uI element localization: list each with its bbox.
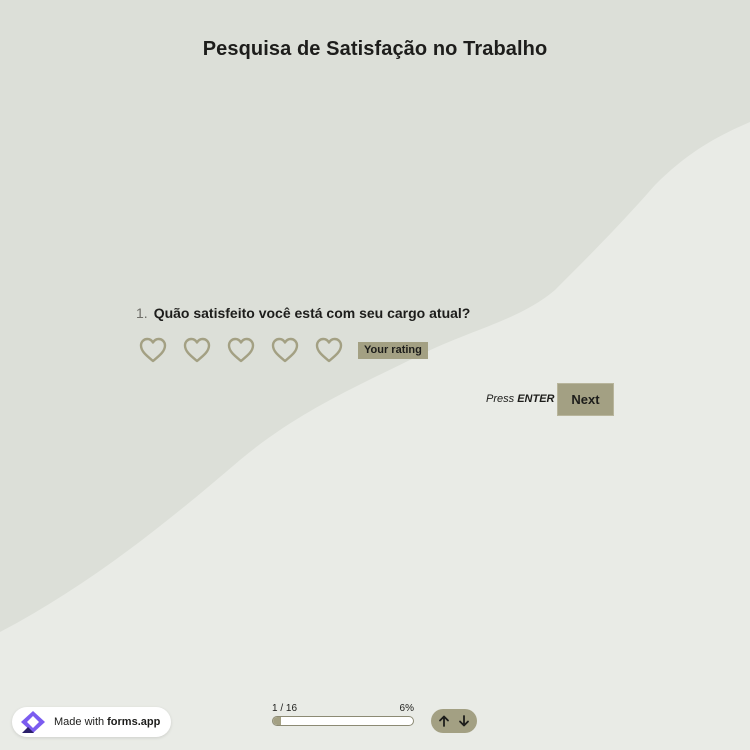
made-with-brand: forms.app [107,716,161,728]
background-shape [0,0,750,632]
rating-control: Your rating [138,336,428,364]
press-enter-prefix: Press [486,393,515,405]
progress-count: 1 / 16 [272,703,298,714]
heart-icon[interactable] [182,336,212,364]
next-button[interactable]: Next [557,383,614,416]
heart-icon[interactable] [314,336,344,364]
form-title: Pesquisa de Satisfação no Trabalho [202,38,548,60]
heart-icon[interactable] [270,336,300,364]
heart-icon[interactable] [226,336,256,364]
question-text: Quão satisfeito você está com seu cargo … [153,305,471,321]
arrow-up-icon[interactable] [436,713,452,729]
question-number: 1. [136,305,148,321]
forms-app-logo-icon [21,711,45,733]
made-with-badge[interactable]: Made with forms.app [12,707,171,737]
progress-track [272,716,414,726]
press-enter-hint: Press ENTER [486,393,554,405]
question-1: 1. Quão satisfeito você está com seu car… [136,305,470,321]
press-enter-key: ENTER [517,393,555,405]
rating-badge: Your rating [358,341,428,359]
progress-fill [273,717,282,725]
progress-percent: 6% [399,703,414,714]
question-navigation [431,709,477,733]
made-with-text: Made with [54,716,105,728]
heart-icon[interactable] [138,336,168,364]
arrow-down-icon[interactable] [456,713,472,729]
progress: 1 / 16 6% [272,703,414,726]
